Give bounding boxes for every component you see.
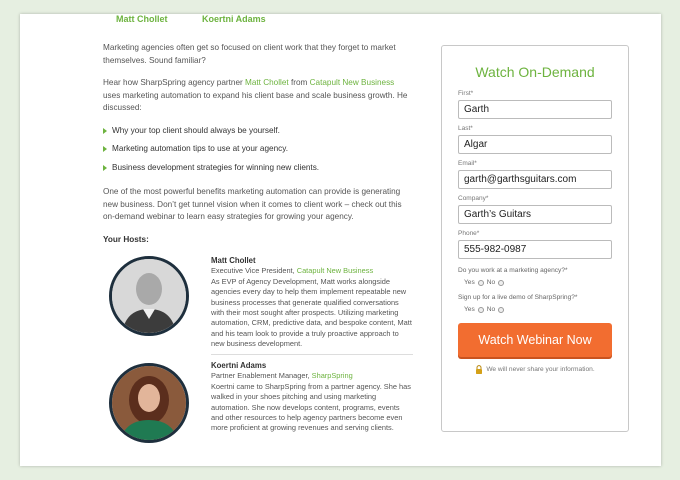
host-title: Executive Vice President, Catapult New B… (211, 266, 413, 276)
form-title: Watch On-Demand (475, 64, 595, 80)
agency-no-radio[interactable] (498, 279, 505, 286)
phone-input[interactable] (458, 240, 612, 259)
bullet-arrow-icon (103, 164, 107, 171)
koertni-photo-icon (112, 366, 186, 440)
catapult-link[interactable]: Catapult New Business (310, 78, 395, 87)
demo-radio-group: Yes No (464, 306, 612, 313)
list-item-text: Business development strategies for winn… (112, 162, 320, 172)
intro-paragraph-1: Marketing agencies often get so focused … (103, 43, 396, 65)
avatar (109, 256, 189, 336)
company-field: Company* (458, 195, 612, 224)
radio-label-yes: Yes (464, 279, 475, 286)
host-title-text: Executive Vice President, (211, 266, 297, 276)
host-koertni: Koertni Adams Partner Enablement Manager… (109, 354, 413, 444)
field-label: Email* (458, 160, 477, 167)
host-title-text: Partner Enablement Manager, (211, 371, 312, 381)
radio-label-yes: Yes (464, 306, 475, 313)
host-matt: Matt Chollet Executive Vice President, C… (103, 256, 413, 354)
company-input[interactable] (458, 205, 612, 224)
bullet-arrow-icon (103, 146, 107, 152)
matt-photo-icon (112, 259, 186, 333)
lock-icon (476, 365, 483, 374)
bullet-arrow-icon (103, 127, 107, 134)
list-item-text: Why your top client should always be you… (112, 125, 280, 135)
main-content: Marketing agencies often get so focused … (103, 42, 413, 444)
radio-label-no: No (486, 306, 496, 313)
list-item: Business development strategies for winn… (103, 162, 413, 175)
demo-no-radio[interactable] (498, 306, 505, 313)
field-label: Last* (458, 125, 473, 132)
first-name-input[interactable] (458, 100, 612, 119)
email-input[interactable] (458, 170, 612, 189)
last-name-field: Last* (458, 125, 612, 154)
intro-text: uses marketing automation to expand his … (103, 90, 408, 113)
radio-label-no: No (486, 279, 496, 286)
hosts-heading: Your Hosts: (103, 234, 149, 244)
host-name: Koertni Adams (211, 361, 267, 370)
intro-text: Hear how SharpSpring agency partner (103, 78, 245, 87)
host-bio: Koertni came to SharpSpring from a partn… (211, 381, 411, 433)
last-name-input[interactable] (458, 135, 612, 154)
field-label: Phone* (458, 230, 480, 237)
top-name-koertni[interactable]: Koertni Adams (202, 14, 266, 24)
list-item-text: Marketing automation tips to use at your… (112, 144, 288, 153)
phone-field: Phone* (458, 230, 612, 259)
host-title: Partner Enablement Manager, SharpSpring (211, 371, 413, 381)
topic-list: Why your top client should always be you… (103, 125, 413, 175)
demo-question: Sign up for a live demo of SharpSpring?* (458, 294, 578, 301)
catapult-host-link[interactable]: Catapult New Business (297, 266, 373, 275)
avatar (109, 363, 189, 443)
privacy-note: We will never share your information. (442, 365, 628, 374)
email-field: Email* (458, 160, 612, 189)
host-text: Matt Chollet Executive Vice President, C… (211, 256, 413, 350)
host-bio: As EVP of Agency Development, Matt works… (211, 276, 412, 349)
host-text: Koertni Adams Partner Enablement Manager… (211, 361, 413, 434)
webinar-form: Watch On-Demand First* Last* Email* Comp… (441, 45, 629, 432)
list-item: Why your top client should always be you… (103, 125, 413, 138)
agency-question: Do you work at a marketing agency?* (458, 267, 568, 274)
watch-webinar-button[interactable]: Watch Webinar Now (458, 323, 612, 357)
intro-paragraph-2: Hear how SharpSpring agency partner Matt… (103, 77, 413, 115)
list-item: Marketing automation tips to use at your… (103, 143, 413, 156)
privacy-text: We will never share your information. (486, 366, 595, 373)
page: Matt Chollet Koertni Adams Marketing age… (20, 14, 661, 466)
field-label: First* (458, 90, 474, 97)
field-label: Company* (458, 195, 489, 202)
body-paragraph-3: One of the most powerful benefits market… (103, 187, 402, 221)
sharpspring-link[interactable]: SharpSpring (312, 371, 353, 380)
agency-radio-group: Yes No (464, 279, 612, 286)
demo-yes-radio[interactable] (477, 306, 484, 313)
host-name: Matt Chollet (211, 256, 256, 265)
top-name-matt[interactable]: Matt Chollet (116, 14, 168, 24)
first-name-field: First* (458, 90, 612, 119)
matt-chollet-link[interactable]: Matt Chollet (245, 78, 289, 87)
intro-text: from (288, 78, 310, 87)
agency-yes-radio[interactable] (477, 279, 484, 286)
